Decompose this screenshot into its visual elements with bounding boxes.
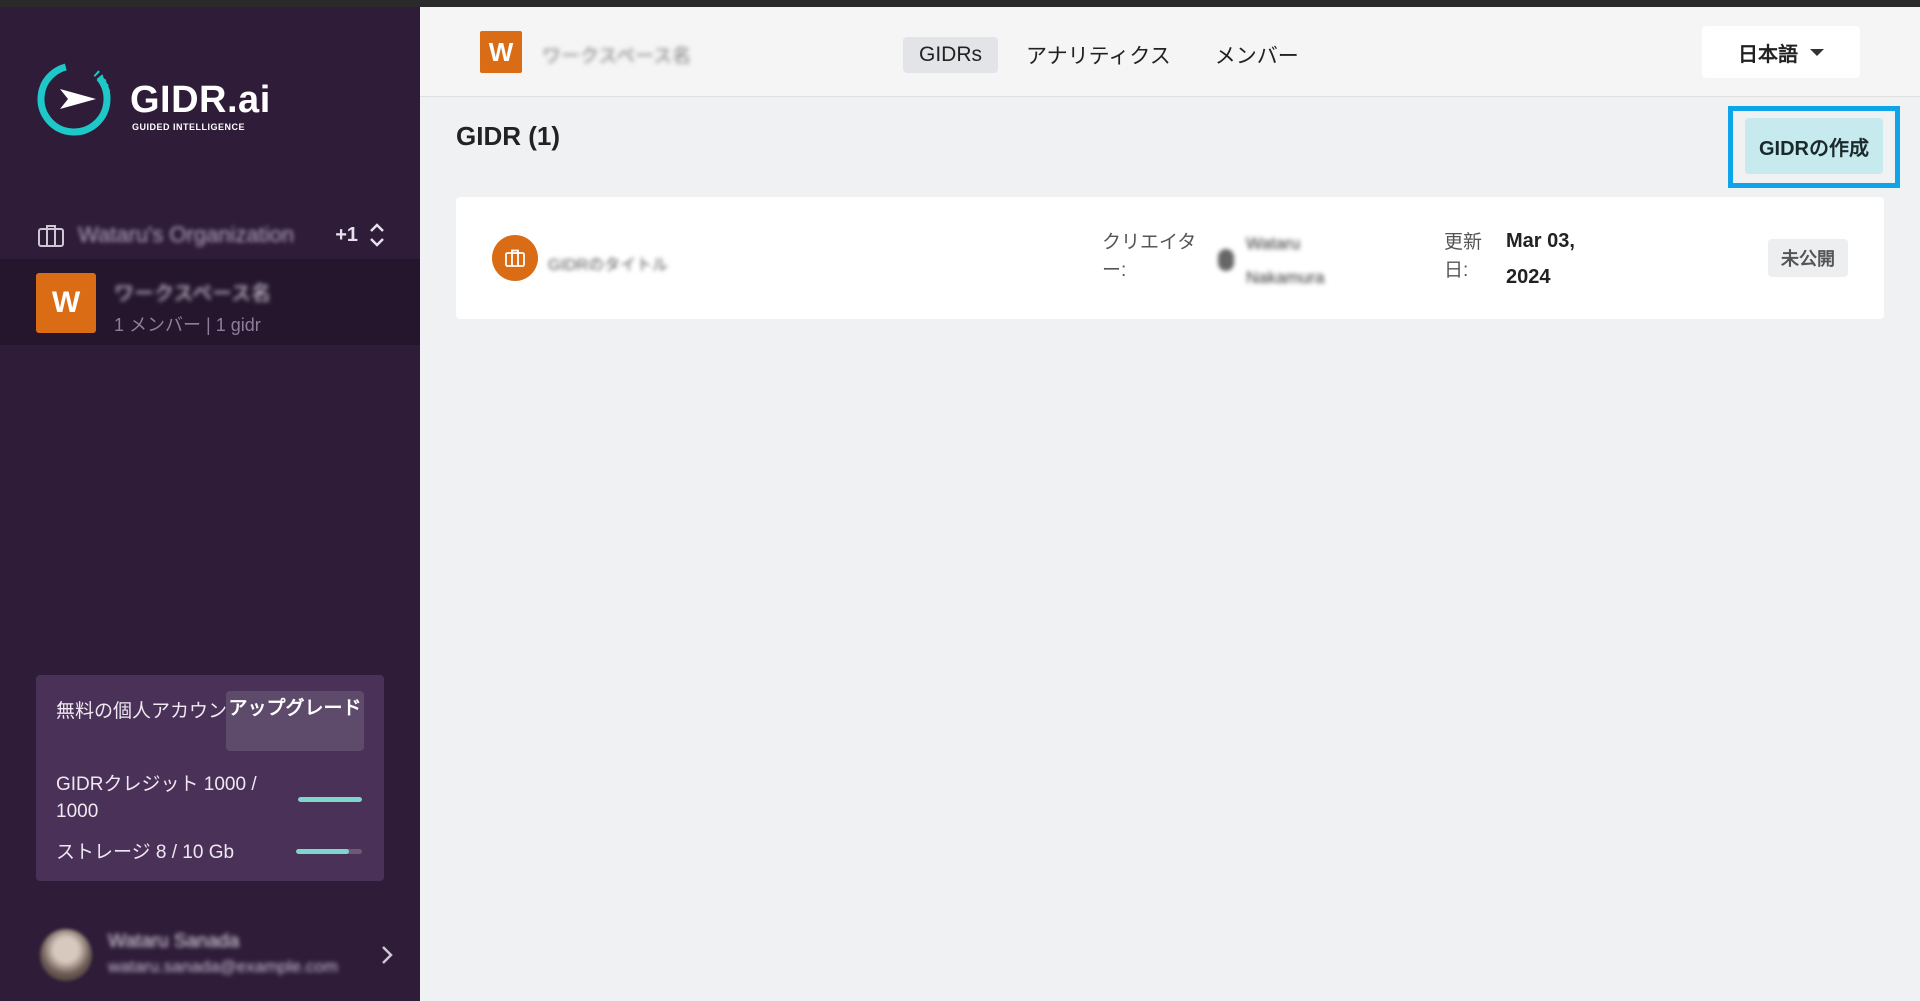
tab-gidrs[interactable]: GIDRs xyxy=(903,37,998,73)
credits-progress-fill xyxy=(298,797,362,802)
creator-avatar xyxy=(1218,249,1234,271)
top-header: W ワークスペース名 GIDRs アナリティクス メンバー 日本語 xyxy=(420,7,1920,97)
logo-tagline: GUIDED INTELLIGENCE xyxy=(132,122,246,132)
creator-label: クリエイター: xyxy=(1102,232,1197,281)
header-workspace-name: ワークスペース名 xyxy=(542,46,692,67)
briefcase-icon xyxy=(505,249,525,267)
window-top-strip xyxy=(0,0,1920,7)
organization-selector[interactable]: Wataru's Organization +1 xyxy=(36,217,386,253)
create-gidr-button[interactable]: GIDRの作成 xyxy=(1745,118,1883,174)
tab-members[interactable]: メンバー xyxy=(1199,34,1315,76)
upgrade-button[interactable]: アップグレード xyxy=(226,691,364,751)
sidebar: GIDR.ai GUIDED INTELLIGENCE Wataru's Org… xyxy=(0,7,420,1001)
credits-progress-bar xyxy=(298,797,362,802)
chevron-right-icon[interactable] xyxy=(378,943,396,967)
workspace-meta: 1 メンバー | 1 gidr xyxy=(114,315,261,335)
briefcase-icon xyxy=(38,225,64,247)
plan-title: 無料の個人アカウント xyxy=(56,701,247,722)
header-workspace-avatar[interactable]: W xyxy=(480,31,522,73)
storage-label: ストレージ 8 / 10 Gb xyxy=(56,842,235,863)
gidr-icon xyxy=(492,235,538,281)
tab-analytics[interactable]: アナリティクス xyxy=(1010,34,1187,76)
storage-progress-fill xyxy=(296,849,349,854)
updated-date: Mar 03, 2024 xyxy=(1506,230,1575,288)
gidr-logo[interactable]: GIDR.ai GUIDED INTELLIGENCE xyxy=(34,59,274,149)
workspace-item[interactable]: W ワークスペース名 1 メンバー | 1 gidr xyxy=(0,259,420,345)
main-nav: GIDRs アナリティクス メンバー xyxy=(903,34,1315,76)
language-select[interactable]: 日本語 xyxy=(1702,26,1860,78)
logo-text: GIDR.ai xyxy=(130,79,271,121)
workspace-avatar: W xyxy=(36,273,96,333)
status-badge: 未公開 xyxy=(1768,239,1848,277)
plan-panel: 無料の個人アカウント アップグレード GIDRクレジット 1000 / 1000… xyxy=(36,675,384,881)
user-profile[interactable]: Wataru Sanada wataru.sanada@example.com xyxy=(40,925,400,985)
storage-progress-bar xyxy=(296,849,362,854)
gidr-logo-icon xyxy=(37,62,111,136)
user-email: wataru.sanada@example.com xyxy=(108,957,338,976)
updated-label: 更新日: xyxy=(1444,232,1483,281)
workspace-name: ワークスペース名 xyxy=(114,283,271,305)
language-value: 日本語 xyxy=(1738,43,1798,66)
page-title: GIDR (1) xyxy=(456,121,560,151)
organization-name: Wataru's Organization xyxy=(78,222,295,247)
user-avatar xyxy=(40,929,92,981)
caret-down-icon xyxy=(1810,48,1824,56)
credits-label: GIDRクレジット 1000 / 1000 xyxy=(56,774,257,822)
gidr-title: GIDRのタイトル xyxy=(548,257,669,274)
user-name: Wataru Sanada xyxy=(108,931,240,952)
creator-name: Wataru Nakamura xyxy=(1246,234,1325,287)
gidr-card[interactable]: GIDRのタイトル クリエイター: Wataru Nakamura 更新日: M… xyxy=(456,197,1884,319)
main-content: W ワークスペース名 GIDRs アナリティクス メンバー 日本語 GIDR (… xyxy=(420,7,1920,1001)
chevron-up-down-icon[interactable] xyxy=(368,221,386,249)
organization-extra-count: +1 xyxy=(335,223,358,246)
